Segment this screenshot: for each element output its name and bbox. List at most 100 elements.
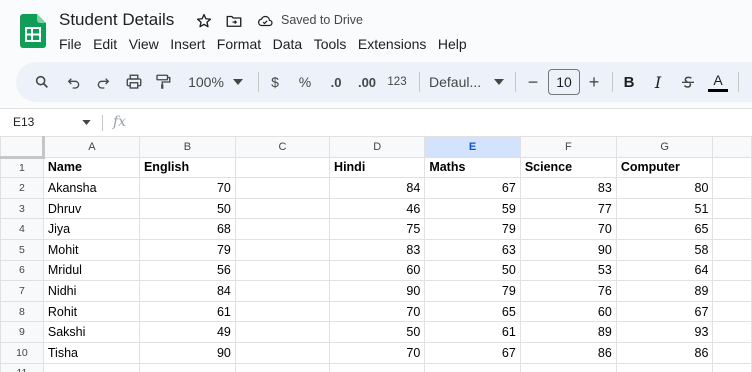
cell[interactable]: 60 [519,300,617,323]
cell[interactable]: Sakshi [42,321,140,343]
cell-header-maths[interactable]: Maths [424,156,521,179]
more-formats-button[interactable]: 123 [385,72,409,92]
cloud-saved-icon[interactable] [256,12,274,30]
cell-header-c[interactable] [234,156,331,179]
cell[interactable]: Jiya [42,218,140,240]
cell[interactable]: Akansha [42,177,140,199]
cell[interactable] [234,218,331,240]
cell[interactable]: 64 [615,259,714,282]
cell[interactable]: 51 [615,197,714,220]
cell[interactable]: 58 [615,238,714,261]
cell[interactable] [329,362,426,372]
cell[interactable]: 86 [519,341,617,364]
cell[interactable]: 56 [138,259,236,282]
cell[interactable]: 80 [615,177,714,199]
cell[interactable]: 50 [138,197,236,220]
strikethrough-icon[interactable] [678,72,698,92]
cell[interactable]: 86 [615,341,714,364]
cell[interactable]: Tisha [42,341,140,364]
menu-insert[interactable]: Insert [170,35,205,53]
cell[interactable]: 89 [519,321,617,343]
cell[interactable] [234,280,331,302]
column-header-h[interactable] [712,136,752,158]
cell[interactable] [712,280,752,302]
cell[interactable] [519,362,617,372]
row-header[interactable]: 4 [0,218,44,240]
cell[interactable]: 75 [329,218,426,240]
star-icon[interactable] [195,12,213,30]
cell[interactable] [234,362,331,372]
cell[interactable] [424,362,521,372]
cell[interactable]: 50 [329,321,426,343]
font-size-input[interactable]: 10 [548,69,580,95]
cell[interactable]: 46 [329,197,426,220]
row-header[interactable]: 8 [0,300,44,323]
cell[interactable]: Dhruv [42,197,140,220]
row-header[interactable]: 11 [0,362,44,372]
cell-header-hindi[interactable]: Hindi [329,156,426,179]
cell[interactable]: Mridul [42,259,140,282]
cell[interactable]: 90 [329,280,426,302]
paint-format-icon[interactable] [153,72,173,92]
zoom-dropdown-icon[interactable] [230,72,246,92]
cell[interactable]: 70 [519,218,617,240]
menu-tools[interactable]: Tools [314,35,347,53]
cell[interactable] [234,341,331,364]
font-family-select[interactable]: Defaul... [429,72,489,92]
cell[interactable]: 65 [615,218,714,240]
cell[interactable] [42,362,140,372]
decrease-decimal-button[interactable]: .0 [325,72,347,92]
column-header-f[interactable]: F [519,136,617,158]
cell[interactable]: 59 [424,197,521,220]
cell[interactable] [712,341,752,364]
cell[interactable]: 70 [329,300,426,323]
cell[interactable]: 60 [329,259,426,282]
menu-edit[interactable]: Edit [93,35,117,53]
cell[interactable]: 67 [424,341,521,364]
cell[interactable]: 61 [138,300,236,323]
cell[interactable]: 50 [424,259,521,282]
cell[interactable]: 49 [138,321,236,343]
redo-icon[interactable] [93,72,113,92]
cell[interactable] [712,197,752,220]
name-box[interactable]: E13 [13,115,34,129]
column-header-g[interactable]: G [615,136,714,158]
cell[interactable]: 67 [424,177,521,199]
italic-button[interactable]: I [649,72,667,92]
print-icon[interactable] [123,72,145,92]
cell[interactable] [712,259,752,282]
cell-header-computer[interactable]: Computer [615,156,714,179]
cell[interactable]: 67 [615,300,714,323]
column-header-e[interactable]: E [424,136,521,158]
cell[interactable]: 53 [519,259,617,282]
document-title[interactable]: Student Details [59,10,174,30]
cell[interactable]: 79 [424,218,521,240]
cell[interactable]: 93 [615,321,714,343]
increase-decimal-button[interactable]: .00 [355,72,379,92]
name-box-dropdown-icon[interactable] [82,120,91,125]
move-folder-icon[interactable] [225,12,243,30]
cell[interactable]: 65 [424,300,521,323]
cell[interactable] [615,362,714,372]
cell[interactable]: 79 [138,238,236,261]
cell[interactable]: 77 [519,197,617,220]
row-header[interactable]: 10 [0,341,44,364]
cell[interactable]: 90 [138,341,236,364]
row-header[interactable]: 1 [0,156,44,179]
font-dropdown-icon[interactable] [492,72,506,92]
cell[interactable]: 83 [519,177,617,199]
cell[interactable]: Mohit [42,238,140,261]
column-header-a[interactable]: A [42,136,140,158]
cell[interactable]: 89 [615,280,714,302]
cell[interactable] [712,300,752,323]
percent-format-button[interactable]: % [296,72,314,92]
cell[interactable]: 63 [424,238,521,261]
select-all-corner[interactable] [0,136,45,159]
cell[interactable] [138,362,236,372]
currency-format-button[interactable]: $ [267,72,283,92]
cell[interactable]: 70 [138,177,236,199]
row-header[interactable]: 3 [0,197,44,220]
cell[interactable] [712,321,752,343]
undo-icon[interactable] [64,72,84,92]
cell[interactable]: 84 [329,177,426,199]
